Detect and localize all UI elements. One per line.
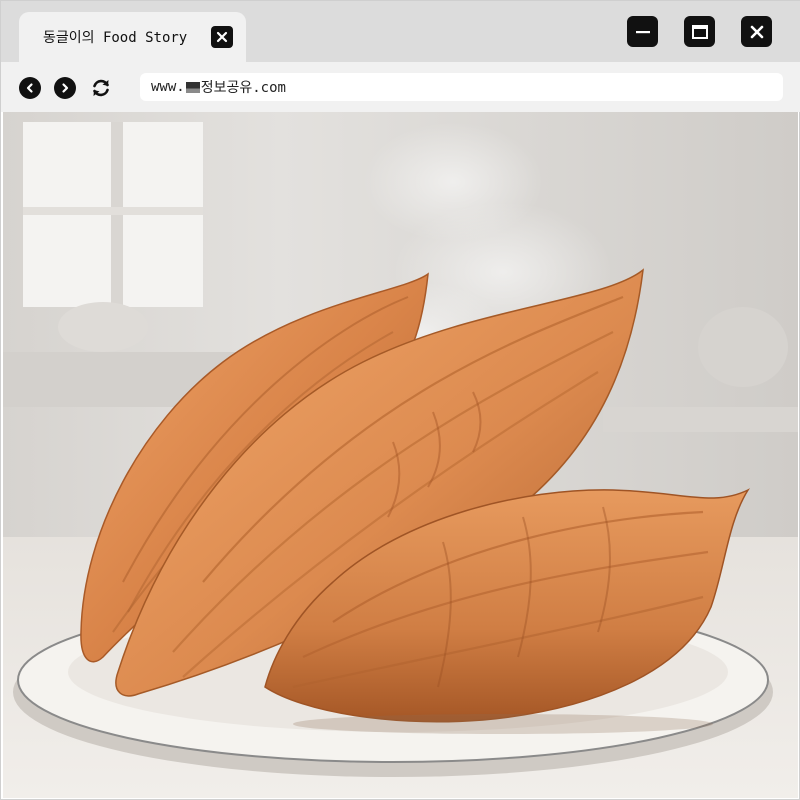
reload-button[interactable] — [90, 77, 112, 99]
minimize-icon — [635, 30, 650, 33]
navigation-toolbar: www. 정보공유.com — [1, 62, 800, 112]
tab-close-button[interactable] — [211, 26, 233, 48]
forward-button[interactable] — [54, 77, 76, 99]
chevron-left-icon — [26, 83, 33, 93]
minimize-button[interactable] — [627, 16, 658, 47]
close-window-button[interactable] — [741, 16, 772, 47]
reload-icon — [93, 79, 109, 97]
tab-strip: 동글이의 Food Story — [1, 1, 800, 62]
address-bar[interactable]: www. 정보공유.com — [140, 73, 783, 101]
page-content — [3, 112, 798, 798]
maximize-button[interactable] — [684, 16, 715, 47]
close-icon — [216, 31, 228, 43]
url-domain: 정보공유.com — [200, 80, 286, 96]
tab-active[interactable]: 동글이의 Food Story — [19, 12, 246, 62]
flag-icon — [185, 81, 200, 93]
url-prefix: www. — [151, 79, 185, 95]
maximize-icon — [691, 24, 708, 39]
close-icon — [750, 25, 763, 38]
sweet-potato-image — [3, 112, 798, 798]
tab-title: 동글이의 Food Story — [43, 30, 188, 46]
chevron-right-icon — [62, 83, 69, 93]
back-button[interactable] — [19, 77, 41, 99]
browser-window: 동글이의 Food Story www. 정보공유.com — [0, 0, 800, 800]
url-text: www. 정보공유.com — [151, 77, 286, 97]
